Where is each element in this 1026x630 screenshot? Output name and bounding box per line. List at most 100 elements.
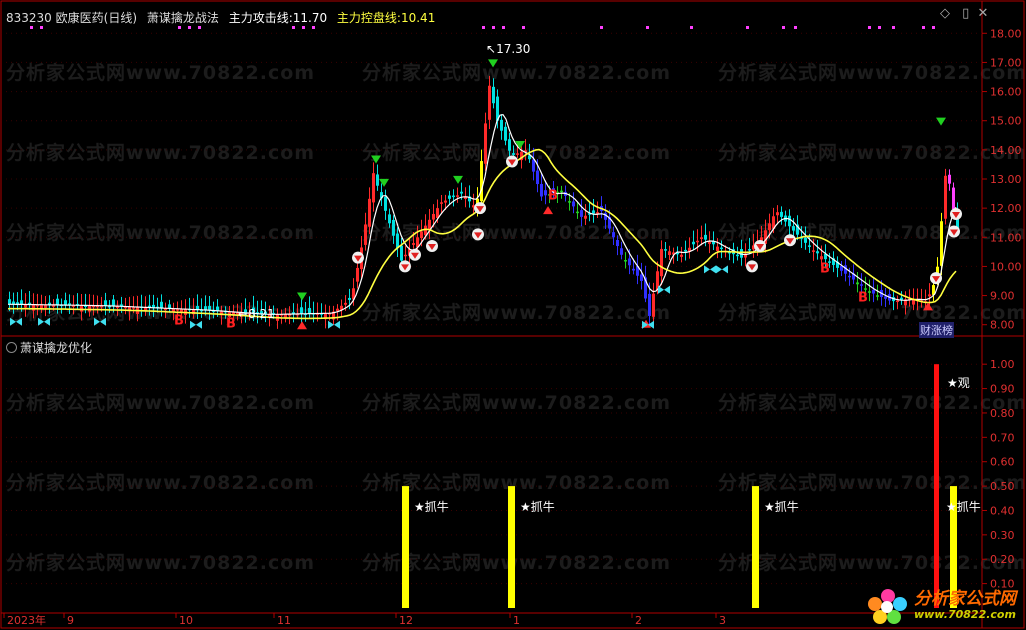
- candle-body: [884, 296, 887, 299]
- candle-body: [544, 190, 547, 196]
- candle-body: [576, 211, 579, 214]
- indicator-name[interactable]: 萧谋擒龙战法: [147, 11, 219, 25]
- diamond-icon[interactable]: ◇: [940, 6, 950, 21]
- butterfly-icon: [716, 265, 728, 274]
- signal-dot: [878, 26, 881, 29]
- candle-body: [696, 240, 699, 243]
- candle-body: [628, 258, 631, 266]
- candle-body: [680, 254, 683, 257]
- signal-dot: [932, 26, 935, 29]
- candle-body: [500, 119, 503, 131]
- red-up-arrow: [297, 321, 307, 330]
- y-tick-label-upper: 18.00: [990, 27, 1022, 40]
- y-tick-label-lower: 0.90: [990, 383, 1015, 396]
- green-down-arrow: [297, 292, 307, 301]
- low-value: 8.21: [248, 307, 275, 321]
- candle-body: [592, 210, 595, 214]
- x-tick-label: 2023年: [7, 613, 46, 627]
- settings-icon[interactable]: ▯: [962, 6, 969, 21]
- candle-body: [80, 305, 83, 312]
- x-tick-label: 12: [399, 614, 413, 627]
- x-tick-label: 3: [719, 614, 726, 627]
- stock-name: 欧康医药(日线): [55, 11, 138, 25]
- candle-body: [460, 191, 463, 194]
- signal-dot: [302, 26, 305, 29]
- candle-body: [372, 173, 375, 203]
- bull-label-3: ★抓牛: [764, 500, 799, 514]
- logo-title: 分析家公式网: [914, 589, 1016, 610]
- candle-body: [400, 245, 403, 261]
- butterfly-icon: [704, 265, 716, 274]
- butterfly-icon: [658, 285, 670, 294]
- candle-body: [700, 237, 703, 240]
- control-line-value: 10.41: [400, 11, 436, 25]
- logo-url: www.70822.com: [914, 608, 1016, 622]
- candle-body: [848, 275, 851, 278]
- signal-dot: [746, 26, 749, 29]
- signal-dot: [30, 26, 33, 29]
- y-tick-label-lower: 0.20: [990, 553, 1015, 566]
- y-tick-label-upper: 11.00: [990, 231, 1022, 244]
- candle-body: [720, 247, 723, 250]
- butterfly-icon: [38, 317, 50, 326]
- candle-body: [396, 233, 399, 249]
- candle-body: [748, 249, 751, 251]
- signal-dot: [522, 26, 525, 29]
- observe-label: ★观: [947, 376, 970, 390]
- candle-body: [368, 198, 371, 227]
- candle-body: [56, 298, 59, 306]
- y-tick-label-lower: 0.50: [990, 480, 1015, 493]
- signal-dot: [292, 26, 295, 29]
- high-annotation: ↖17.30: [486, 42, 531, 56]
- chart-canvas[interactable]: 18.0017.0016.0015.0014.0013.0012.0011.00…: [0, 0, 1026, 630]
- candle-body: [584, 215, 587, 219]
- candle-body: [536, 170, 539, 185]
- candle-body: [896, 300, 899, 303]
- candle-body: [648, 293, 651, 316]
- candle-body: [652, 293, 655, 317]
- candle-body: [444, 200, 447, 203]
- candle-body: [508, 139, 511, 151]
- candle-body: [876, 295, 879, 297]
- signal-bar: [402, 486, 409, 608]
- candle-body: [612, 232, 615, 238]
- candle-body: [104, 300, 107, 306]
- candle-body: [716, 246, 719, 251]
- candle-body: [300, 307, 303, 314]
- y-tick-label-lower: 0.60: [990, 456, 1015, 469]
- candle-body: [664, 249, 667, 251]
- candle-body: [32, 304, 35, 311]
- candle-body: [8, 299, 11, 305]
- signal-dot: [892, 26, 895, 29]
- candle-body: [540, 183, 543, 197]
- candle-body: [456, 195, 459, 197]
- candle-body: [308, 307, 311, 314]
- tag-badge: 财涨榜: [919, 322, 954, 338]
- candle-body: [816, 251, 819, 254]
- panel-circle-icon[interactable]: [6, 342, 17, 353]
- flower-icon: [868, 589, 907, 624]
- y-tick-label-lower: 0.70: [990, 431, 1015, 444]
- chart-header: 833230 欧康医药(日线) 萧谋擒龙战法 主力攻击线:11.70 主力控盘线…: [6, 9, 435, 26]
- red-up-arrow: [923, 302, 933, 311]
- bull-label-1: ★抓牛: [414, 500, 449, 514]
- signal-dot: [794, 26, 797, 29]
- candle-body: [944, 175, 947, 219]
- y-tick-label-upper: 16.00: [990, 86, 1022, 99]
- stock-code: 833230: [6, 11, 52, 25]
- candle-body: [504, 126, 507, 141]
- green-down-arrow: [379, 178, 389, 187]
- attack-line-value: 11.70: [292, 11, 328, 25]
- candle-body: [420, 231, 423, 239]
- buy-b-marker: B: [174, 314, 184, 329]
- signal-dot: [922, 26, 925, 29]
- panel-controls: ◇ ▯ ✕: [940, 6, 988, 21]
- close-icon[interactable]: ✕: [977, 6, 988, 21]
- candle-body: [804, 237, 807, 243]
- candle-body: [616, 240, 619, 247]
- candle-body: [948, 174, 951, 184]
- x-tick-label: 9: [67, 614, 74, 627]
- signal-dot: [198, 26, 201, 29]
- green-down-arrow: [371, 155, 381, 164]
- candle-body: [376, 174, 379, 186]
